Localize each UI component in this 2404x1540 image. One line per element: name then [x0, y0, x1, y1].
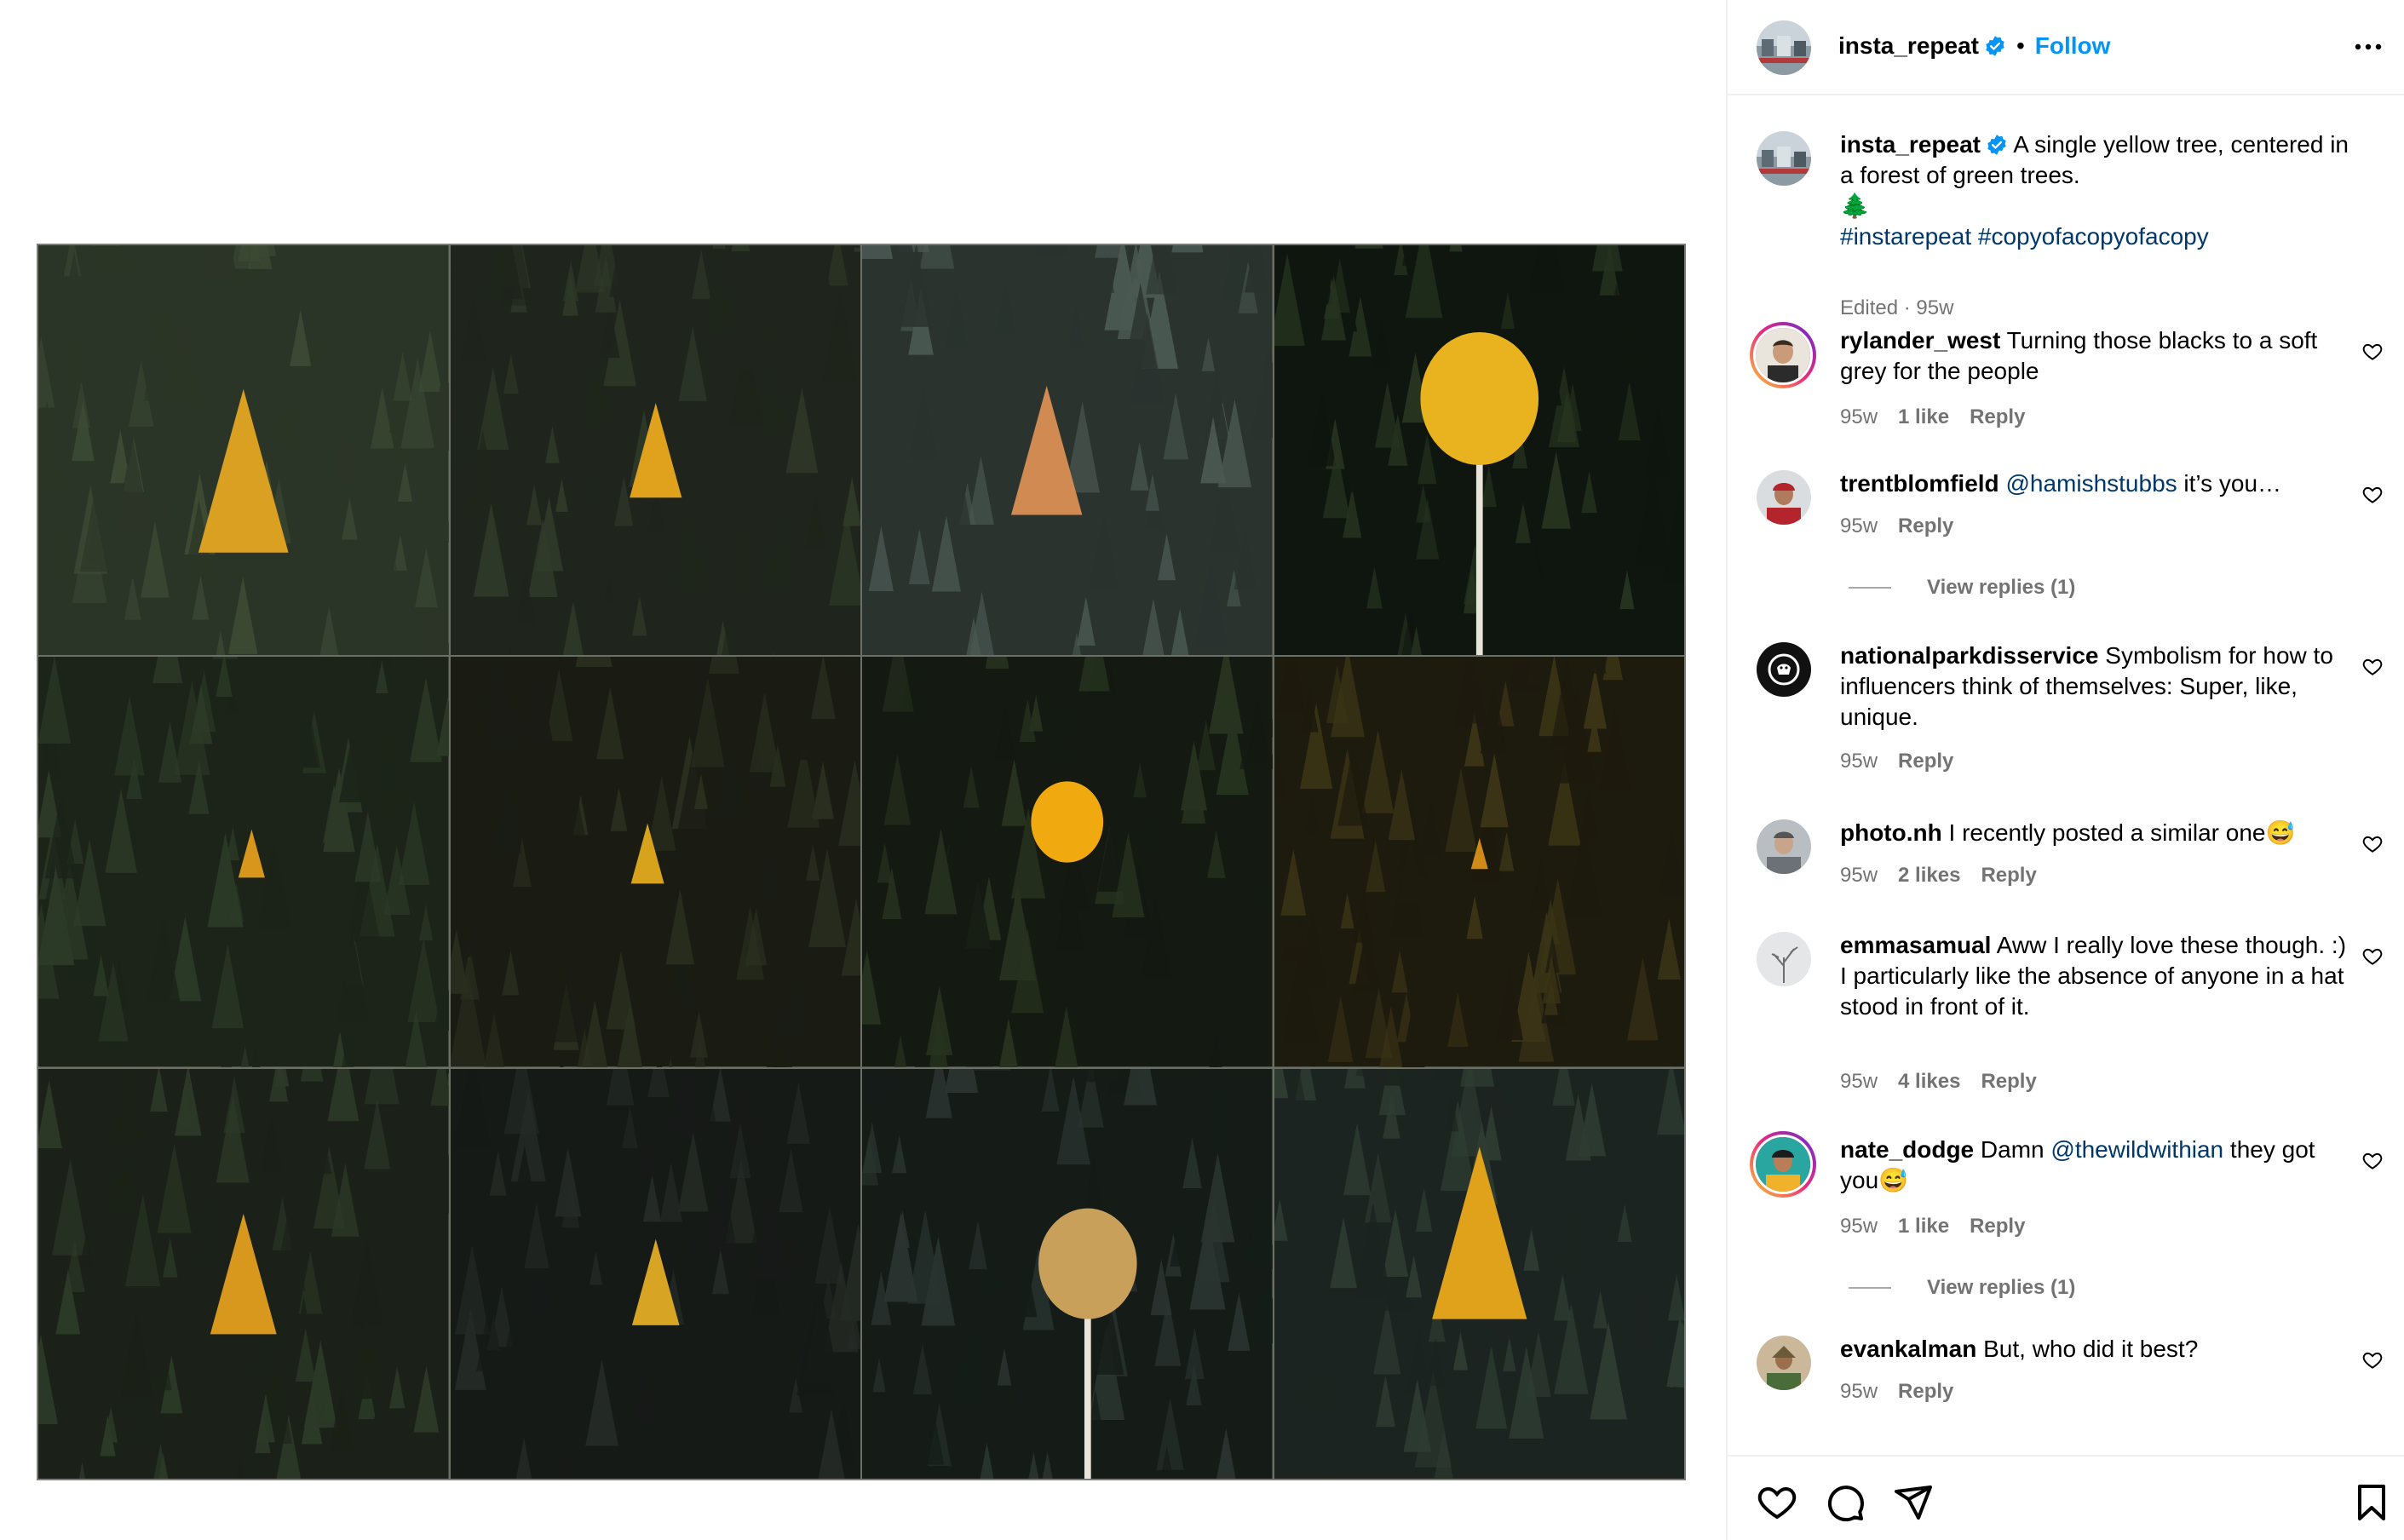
- comment-time: 95w: [1840, 864, 1878, 887]
- commenter-username[interactable]: nate_dodge: [1840, 1136, 1974, 1163]
- author-avatar[interactable]: [1757, 131, 1811, 186]
- commenter-username[interactable]: evankalman: [1840, 1336, 1976, 1362]
- post-actions-bar: [1728, 1455, 2404, 1540]
- comment-text: Aww I really love these though. :): [1996, 932, 2347, 958]
- comment-time: 95w: [1840, 514, 1878, 537]
- commenter-avatar[interactable]: [1757, 819, 1811, 874]
- post-header: insta_repeat • Follow: [1728, 0, 2404, 95]
- commenter-avatar[interactable]: [1757, 1336, 1811, 1390]
- follow-button[interactable]: Follow: [2035, 32, 2111, 60]
- collage-photo-2: [450, 245, 860, 656]
- collage-photo-6: [450, 657, 860, 1067]
- commenter-avatar[interactable]: [1757, 932, 1811, 986]
- post-media[interactable]: [0, 0, 1726, 1540]
- caption-username[interactable]: insta_repeat: [1840, 131, 1981, 158]
- collage-photo-3: [862, 245, 1273, 656]
- reply-button[interactable]: Reply: [1970, 1215, 2025, 1238]
- view-replies-label: View replies (1): [1927, 1276, 2076, 1299]
- share-icon[interactable]: [1893, 1482, 1934, 1523]
- comments-list[interactable]: insta_repeat A single yellow tree, cente…: [1728, 97, 2404, 1455]
- heart-icon[interactable]: [2361, 1150, 2384, 1172]
- collage-photo-9: [38, 1068, 449, 1479]
- view-replies-button[interactable]: View replies (1): [1849, 1276, 2075, 1300]
- heart-icon[interactable]: [2361, 656, 2384, 678]
- collage-photo-12: [1274, 1068, 1684, 1479]
- more-icon[interactable]: [2351, 34, 2385, 60]
- collage-photo-10: [450, 1068, 860, 1479]
- separator-dot: •: [2016, 32, 2025, 59]
- collage-photo-11: [862, 1068, 1273, 1479]
- heart-icon[interactable]: [2361, 833, 2384, 855]
- reply-button[interactable]: Reply: [1981, 864, 2036, 888]
- comment-text: I recently posted a similar one😅: [1948, 819, 2296, 846]
- comment-text-prefix: Damn: [1980, 1136, 2051, 1163]
- view-replies-label: View replies (1): [1927, 576, 2076, 599]
- comment-likes[interactable]: 1 like: [1898, 1215, 1949, 1238]
- comment-mention[interactable]: @thewildwithian: [2050, 1136, 2223, 1163]
- comment-text: it’s you…: [2177, 470, 2282, 497]
- reply-button[interactable]: Reply: [1970, 405, 2025, 429]
- comment-mention[interactable]: @hamishstubbs: [2005, 470, 2177, 497]
- comment-time: 95w: [1840, 405, 1878, 428]
- heart-icon[interactable]: [2361, 341, 2384, 363]
- commenter-avatar[interactable]: [1750, 322, 1816, 388]
- commenter-avatar[interactable]: [1757, 470, 1811, 525]
- author-username[interactable]: insta_repeat: [1838, 32, 1979, 60]
- comment-time: 95w: [1840, 1380, 1878, 1403]
- reply-button[interactable]: Reply: [1898, 750, 1953, 773]
- save-icon[interactable]: [2351, 1482, 2392, 1523]
- commenter-username[interactable]: rylander_west: [1840, 327, 2000, 353]
- collage-photo-4: [1274, 245, 1684, 656]
- photo-collage: [37, 244, 1686, 1480]
- heart-icon[interactable]: [2361, 484, 2384, 506]
- commenter-avatar[interactable]: [1757, 642, 1811, 697]
- commenter-avatar[interactable]: [1750, 1131, 1816, 1198]
- verified-badge-icon: [1986, 36, 2004, 56]
- verified-badge-icon: [1987, 135, 2006, 155]
- comment-time: 95w: [1840, 1215, 1878, 1238]
- post-side-panel: insta_repeat • Follow insta_repeat A sin…: [1726, 0, 2404, 1540]
- comment-text: But, who did it best?: [1983, 1336, 2199, 1362]
- caption-edited: Edited · 95w: [1840, 296, 1954, 319]
- comment-icon[interactable]: [1825, 1482, 1866, 1523]
- comment-time: 95w: [1840, 750, 1878, 773]
- view-replies-button[interactable]: View replies (1): [1849, 576, 2075, 600]
- comment-likes[interactable]: 1 like: [1898, 405, 1949, 429]
- author-avatar[interactable]: [1757, 20, 1811, 75]
- replies-divider: [1849, 587, 1891, 589]
- comment-time: 95w: [1840, 1070, 1878, 1093]
- heart-icon[interactable]: [1757, 1482, 1797, 1523]
- collage-photo-8: [1274, 657, 1684, 1067]
- heart-icon[interactable]: [2361, 945, 2384, 968]
- tree-emoji: 🌲: [1840, 192, 1870, 219]
- reply-button[interactable]: Reply: [1898, 1380, 1953, 1404]
- collage-photo-5: [38, 657, 449, 1067]
- commenter-username[interactable]: trentblomfield: [1840, 470, 1999, 497]
- reply-button[interactable]: Reply: [1898, 514, 1953, 538]
- caption-hashtags[interactable]: #instarepeat #copyofacopyofacopy: [1840, 223, 2209, 250]
- collage-photo-7: [862, 657, 1273, 1067]
- comment-likes[interactable]: 4 likes: [1898, 1070, 1960, 1094]
- comment-text-line-2: I particularly like the absence of anyon…: [1840, 962, 2344, 1020]
- commenter-username[interactable]: nationalparkdisservice: [1840, 642, 2098, 669]
- commenter-username[interactable]: emmasamual: [1840, 932, 1991, 958]
- commenter-username[interactable]: photo.nh: [1840, 819, 1942, 846]
- collage-photo-1: [38, 245, 449, 656]
- reply-button[interactable]: Reply: [1981, 1070, 2036, 1094]
- heart-icon[interactable]: [2361, 1349, 2384, 1371]
- replies-divider: [1849, 1287, 1891, 1289]
- comment-likes[interactable]: 2 likes: [1898, 864, 1960, 888]
